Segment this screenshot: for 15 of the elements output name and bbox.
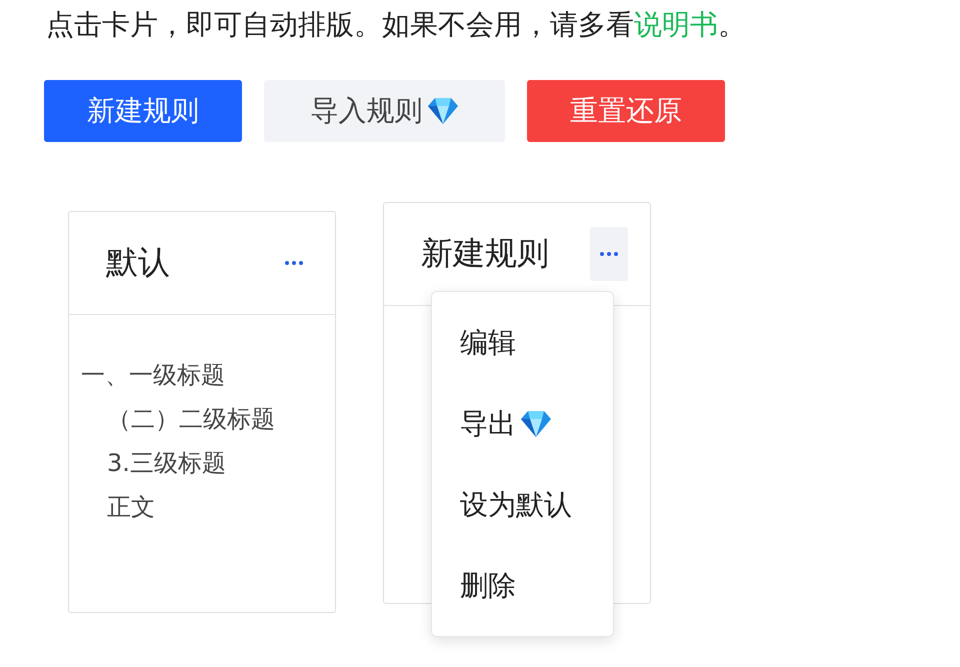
rule-card[interactable]: 默认 一、一级标题 （二）二级标题 3.三级标题 正文	[68, 211, 336, 613]
more-button[interactable]	[590, 227, 628, 281]
import-button[interactable]: 导入规则	[264, 80, 505, 142]
menu-item[interactable]: 编辑	[432, 302, 613, 383]
menu-item[interactable]: 导出	[432, 383, 613, 464]
preview-text: （二）二级标题	[106, 404, 276, 435]
card-title: 默认	[106, 242, 170, 283]
preview-text: 正文	[106, 492, 156, 523]
new-rule-button[interactable]: 新建规则	[44, 80, 242, 142]
preview-text: 3.三级标题	[106, 448, 227, 479]
reset-button[interactable]: 重置还原	[527, 80, 725, 142]
preview-text: 一、一级标题	[81, 360, 226, 391]
card-title: 新建规则	[421, 233, 549, 274]
menu-item[interactable]: 设为默认	[432, 464, 613, 545]
instruction-text: 点击卡片，即可自动排版。如果不会用，请多看说明书。	[46, 7, 747, 43]
